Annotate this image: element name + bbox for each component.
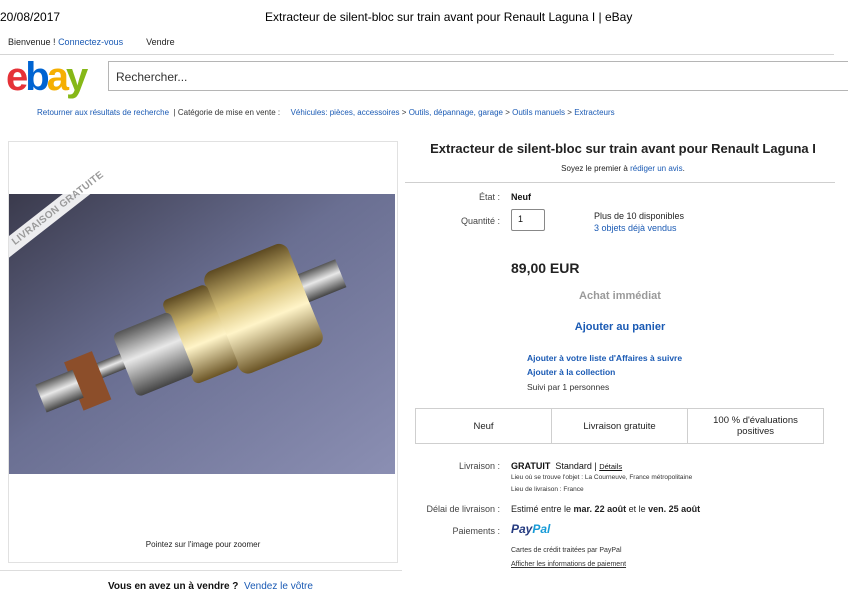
print-page-title: Extracteur de silent-bloc sur train avan… [265,10,633,24]
condition-label: État : [478,192,500,202]
condition-value: Neuf [511,192,531,202]
title-divider [405,182,835,183]
quantity-field[interactable]: 1 [511,209,545,231]
breadcrumb-item[interactable]: Extracteurs [574,108,614,117]
sold-count-link[interactable]: 3 objets déjà vendus [594,223,677,233]
breadcrumb-item[interactable]: Véhicules: pièces, accessoires [291,108,400,117]
welcome-text: Bienvenue ! [8,37,56,47]
breadcrumb-item[interactable]: Outils manuels [512,108,565,117]
item-title: Extracteur de silent-bloc sur train avan… [430,141,816,156]
delivery-estimate: Estimé entre le mar. 22 août et le ven. … [511,504,701,514]
ships-to: Lieu de livraison : France [511,486,584,493]
header-divider [0,54,834,55]
shipping-service: Standard [555,461,592,471]
payment-label: Paiements : [452,526,500,536]
sell-yours-link[interactable]: Vendez le vôtre [244,581,313,592]
product-photo[interactable] [9,194,395,474]
shipping-label: Livraison : [458,461,500,471]
shipping-details-link[interactable]: Détails [599,462,622,471]
item-location: Lieu où se trouve l'objet : La Courneuve… [511,474,693,481]
write-review-link[interactable]: rédiger un avis [630,164,682,173]
left-divider [0,570,402,571]
followers-count: Suivi par 1 personnes [527,382,610,392]
search-placeholder: Rechercher... [116,70,188,84]
payment-info-link[interactable]: Afficher les informations de paiement [511,561,626,568]
category-label: Catégorie de mise en vente : [177,108,281,117]
add-to-cart-button[interactable]: Ajouter au panier [540,321,700,333]
card-payment-note: Cartes de crédit traitées par PayPal [511,547,622,554]
search-input[interactable]: Rechercher... [108,61,848,91]
item-price: 89,00 EUR [511,260,580,276]
buy-now-button[interactable]: Achat immédiat [540,290,700,302]
signin-link[interactable]: Connectez-vous [58,37,123,47]
badge-condition: Neuf [416,409,552,443]
shipping-value: GRATUIT Standard | Détails [511,461,623,471]
breadcrumb-item[interactable]: Outils, dépannage, garage [409,108,503,117]
availability-text: Plus de 10 disponibles [594,211,685,221]
shipping-price: GRATUIT [511,461,551,471]
sell-link[interactable]: Vendre [146,37,175,47]
badge-feedback: 100 % d'évaluations positives [713,415,798,437]
add-to-watchlist-link[interactable]: Ajouter à votre liste d'Affaires à suivr… [527,353,682,363]
quantity-label: Quantité : [460,216,500,226]
delivery-delay-label: Délai de livraison : [426,504,500,514]
add-to-collection-link[interactable]: Ajouter à la collection [527,367,615,377]
sell-prompt: Vous en avez un à vendre ? Vendez le vôt… [108,581,313,592]
back-to-results-link[interactable]: Retourner aux résultats de recherche [37,108,169,117]
product-image-panel[interactable]: LIVRAISON GRATUITE [8,141,398,563]
sell-question: Vous en avez un à vendre ? [108,581,239,592]
review-line: Soyez le premier à rédiger un avis. [561,164,685,173]
zoom-hint: Pointez sur l'image pour zoomer [145,540,261,549]
top-nav: Bienvenue ! Connectez-vous Vendre [8,37,175,47]
print-date: 20/08/2017 [0,10,61,24]
paypal-logo: PayPal [511,522,551,536]
ebay-logo[interactable]: ebay [6,57,88,97]
badge-free-shipping: Livraison gratuite [552,409,688,443]
item-badges: Neuf Livraison gratuite 100 % d'évaluati… [415,408,824,444]
breadcrumb: Retourner aux résultats de recherche | C… [37,108,615,117]
